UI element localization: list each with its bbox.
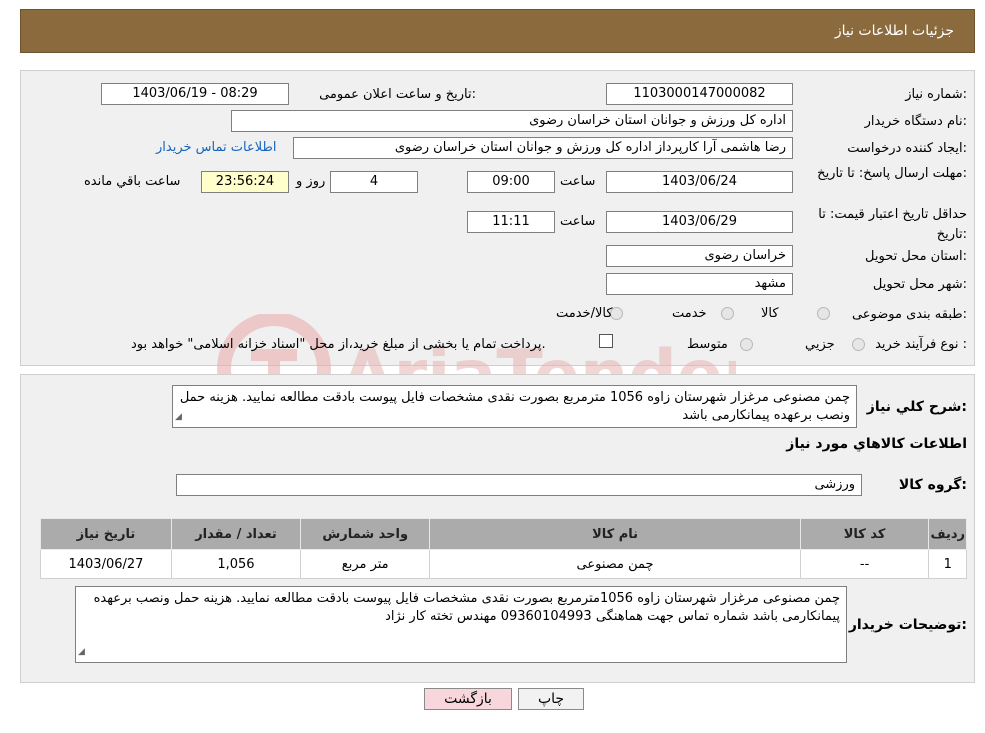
col-date-header: تاریخ نیاز bbox=[40, 518, 172, 550]
page-header: جزئیات اطلاعات نیاز bbox=[20, 9, 975, 53]
validity-time-label: ساعت bbox=[560, 214, 596, 229]
buyer-contact-link[interactable]: اطلاعات تماس خریدار bbox=[156, 140, 276, 155]
col-unit-header: واحد شمارش bbox=[300, 518, 431, 550]
deadline-label: مهلت ارسال پاسخ: تا تاریخ: bbox=[817, 166, 967, 181]
announce-label: تاریخ و ساعت اعلان عمومی: bbox=[319, 87, 476, 102]
validity-label: حداقل تاریخ اعتبار قیمت: تا تاریخ: bbox=[818, 207, 967, 242]
payment-note: پرداخت تمام یا بخشی از مبلغ خرید،از محل … bbox=[131, 337, 546, 352]
city-field: مشهد bbox=[606, 273, 793, 295]
buyer-org-field: اداره کل ورزش و جوانان استان خراسان رضوی bbox=[231, 110, 793, 132]
city-label: شهر محل تحویل: bbox=[872, 277, 967, 292]
deadline-time-label: ساعت bbox=[560, 174, 596, 189]
remaining-days-field: 4 bbox=[330, 171, 418, 193]
cell-unit: متر مربع bbox=[300, 549, 431, 579]
need-number-label: شماره نیاز: bbox=[905, 87, 967, 102]
print-button[interactable]: چاپ bbox=[518, 688, 584, 710]
col-qty-header: تعداد / مقدار bbox=[170, 518, 302, 550]
summary-text: چمن مصنوعی مرغزار شهرستان زاوه 1056 مترم… bbox=[179, 390, 850, 423]
category-service-label: خدمت bbox=[672, 306, 707, 321]
summary-label: شرح کلي نياز: bbox=[866, 399, 967, 415]
goods-group-field: ورزشی bbox=[176, 474, 862, 496]
category-service-radio[interactable] bbox=[721, 307, 734, 320]
need-number-field: 1103000147000082 bbox=[606, 83, 793, 105]
buyer-notes-label: توضیحات خریدار: bbox=[848, 617, 967, 633]
province-field: خراسان رضوی bbox=[606, 245, 793, 267]
days-label: روز و bbox=[296, 174, 326, 189]
cell-qty: 1,056 bbox=[170, 549, 302, 579]
cell-name: چمن مصنوعی bbox=[429, 549, 801, 579]
validity-date-field: 1403/06/29 bbox=[606, 211, 793, 233]
goods-info-title: اطلاعات کالاهاي مورد نياز bbox=[786, 436, 967, 452]
deadline-time-field: 09:00 bbox=[467, 171, 555, 193]
table-row: 1 -- چمن مصنوعی متر مربع 1,056 1403/06/2… bbox=[40, 549, 967, 579]
category-label: طبقه بندی موضوعی: bbox=[851, 307, 967, 322]
buyer-org-label: نام دستگاه خریدار: bbox=[864, 114, 967, 129]
process-small-label: جزیي bbox=[805, 337, 835, 352]
deadline-date-field: 1403/06/24 bbox=[606, 171, 793, 193]
process-medium-radio[interactable] bbox=[740, 338, 753, 351]
page-title: جزئیات اطلاعات نیاز bbox=[834, 23, 954, 39]
cell-code: -- bbox=[799, 549, 930, 579]
cell-date: 1403/06/27 bbox=[40, 549, 172, 579]
province-label: استان محل تحویل: bbox=[865, 249, 967, 264]
validity-time-field: 11:11 bbox=[467, 211, 555, 233]
cell-row: 1 bbox=[928, 549, 967, 579]
back-button[interactable]: بازگشت bbox=[424, 688, 512, 710]
summary-textarea[interactable]: چمن مصنوعی مرغزار شهرستان زاوه 1056 مترم… bbox=[172, 385, 857, 428]
goods-group-label: گروه کالا: bbox=[898, 477, 967, 493]
category-both-label: کالا/خدمت bbox=[556, 306, 613, 321]
category-goods-label: کالا bbox=[761, 306, 779, 321]
creator-label: ایجاد کننده درخواست: bbox=[847, 141, 967, 156]
buyer-notes-textarea[interactable]: چمن مصنوعی مرغزار شهرستان زاوه 1056مترمر… bbox=[75, 586, 847, 663]
process-small-radio[interactable] bbox=[852, 338, 865, 351]
category-goods-radio[interactable] bbox=[817, 307, 830, 320]
resize-grip-icon[interactable]: ◢ bbox=[78, 643, 85, 661]
remaining-time-field: 23:56:24 bbox=[201, 171, 289, 193]
process-label: نوع فرآیند خرید : bbox=[875, 337, 967, 352]
creator-field: رضا هاشمی آرا کارپرداز اداره کل ورزش و ج… bbox=[293, 137, 793, 159]
col-name-header: نام کالا bbox=[429, 518, 801, 550]
resize-grip-icon[interactable]: ◢ bbox=[175, 408, 182, 426]
goods-table: رديف کد کالا نام کالا واحد شمارش تعداد /… bbox=[40, 518, 967, 579]
announce-field: 1403/06/19 - 08:29 bbox=[101, 83, 289, 105]
col-row-header: رديف bbox=[928, 518, 967, 550]
remaining-label: ساعت باقي مانده bbox=[84, 174, 181, 189]
col-code-header: کد کالا bbox=[799, 518, 930, 550]
treasury-checkbox[interactable] bbox=[599, 334, 613, 348]
buyer-notes-text: چمن مصنوعی مرغزار شهرستان زاوه 1056مترمر… bbox=[93, 591, 840, 624]
process-medium-label: متوسط bbox=[687, 337, 728, 352]
